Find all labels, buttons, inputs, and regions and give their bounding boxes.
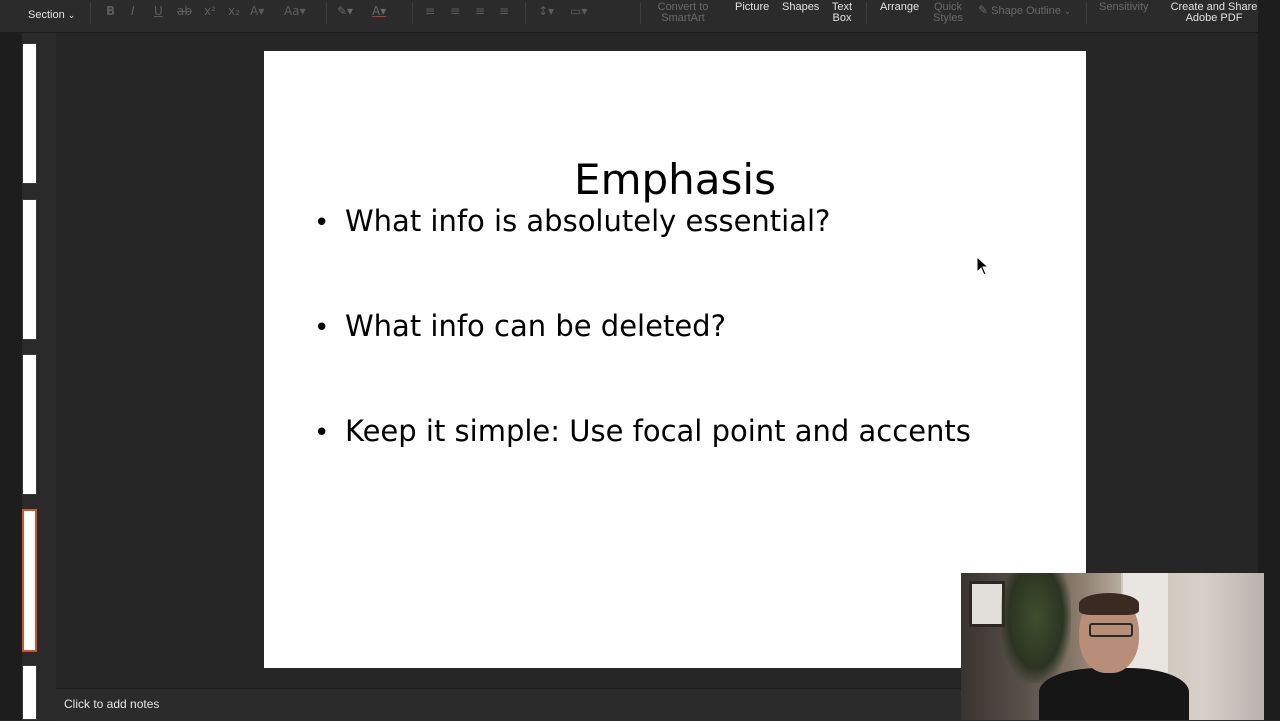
- wall-frame: [969, 581, 1005, 627]
- justify-icon[interactable]: ≡: [499, 4, 509, 18]
- presenter-body: [1039, 668, 1189, 720]
- font-color-icon[interactable]: A▾: [372, 4, 386, 18]
- chevron-down-icon: ⌄: [1063, 6, 1072, 16]
- bold-icon[interactable]: B: [106, 4, 115, 18]
- arrange-button[interactable]: Arrange: [880, 2, 919, 13]
- line-spacing-icon[interactable]: ↕▾: [538, 4, 554, 18]
- shape-outline-label: Shape Outline: [991, 5, 1061, 17]
- divider: [412, 2, 413, 24]
- sensitivity-button[interactable]: Sensitivity: [1099, 2, 1149, 13]
- subscript-icon[interactable]: x₂: [228, 4, 240, 18]
- text-effects-icon[interactable]: A▾: [250, 4, 264, 18]
- strikethrough-icon[interactable]: ab: [177, 4, 192, 18]
- bullet-dot-icon: •: [314, 208, 330, 238]
- columns-icon[interactable]: ▭▾: [570, 4, 587, 18]
- bullet-item: • Keep it simple: Use focal point and acc…: [314, 413, 971, 451]
- divider: [90, 2, 91, 24]
- presenter-glasses: [1089, 623, 1133, 637]
- bullet-text: Keep it simple: Use focal point and acce…: [345, 414, 971, 448]
- pen-icon: ✎: [978, 3, 989, 17]
- thumbnail-pane-edge: [0, 33, 22, 720]
- slide-thumbnail[interactable]: [22, 43, 37, 184]
- ribbon-toolbar: Section ⌄ B I U ab x² x₂ A▾ Aa▾ ✎▾ A▾ ≡ …: [0, 0, 1280, 33]
- bullet-dot-icon: •: [314, 313, 330, 343]
- arrange-label: Arrange: [880, 1, 920, 13]
- divider: [525, 2, 526, 24]
- presenter-hair: [1079, 593, 1139, 615]
- highlight-icon[interactable]: ✎▾: [337, 4, 353, 18]
- section-button[interactable]: Section ⌄: [28, 10, 75, 21]
- divider: [326, 2, 327, 24]
- slide-title[interactable]: Emphasis: [264, 155, 1086, 205]
- sensitivity-label: Sensitivity: [1099, 1, 1149, 13]
- text-box-label-line2: Box: [832, 12, 852, 24]
- shapes-button[interactable]: Shapes: [782, 2, 819, 13]
- underline-icon[interactable]: U: [154, 4, 163, 18]
- create-share-adobe-pdf-button[interactable]: Create and Share Adobe PDF: [1170, 2, 1258, 24]
- align-left-icon[interactable]: ≡: [425, 4, 435, 18]
- text-box-button[interactable]: Text Box: [831, 2, 853, 24]
- picture-label: Picture: [735, 1, 770, 13]
- slide-thumbnail[interactable]: [22, 199, 37, 340]
- picture-button[interactable]: Picture: [735, 2, 769, 13]
- italic-icon[interactable]: I: [131, 4, 135, 18]
- quick-styles-label-line2: Styles: [933, 12, 963, 24]
- divider: [1086, 2, 1087, 24]
- slide-thumbnail[interactable]: [22, 354, 37, 495]
- align-right-icon[interactable]: ≡: [475, 4, 485, 18]
- divider: [640, 2, 641, 24]
- slide-thumbnail-selected[interactable]: [22, 509, 37, 652]
- shape-outline-button[interactable]: ✎ Shape Outline ⌄: [978, 3, 1072, 17]
- mouse-cursor-icon: [976, 256, 990, 276]
- section-label: Section: [28, 9, 65, 21]
- notes-placeholder[interactable]: Click to add notes: [64, 697, 159, 711]
- slide-thumbnail[interactable]: [22, 665, 37, 720]
- bullet-text: What info can be deleted?: [345, 309, 726, 343]
- bullet-item: • What info can be deleted?: [314, 308, 726, 346]
- webcam-video-overlay: [961, 573, 1264, 720]
- align-center-icon[interactable]: ≡: [450, 4, 460, 18]
- convert-smartart-label-line2: SmartArt: [661, 12, 705, 24]
- bullet-text: What info is absolutely essential?: [345, 204, 831, 238]
- quick-styles-button[interactable]: Quick Styles: [931, 2, 965, 24]
- bullet-item: • What info is absolutely essential?: [314, 203, 830, 241]
- divider: [866, 2, 867, 24]
- change-case-icon[interactable]: Aa▾: [284, 4, 306, 18]
- superscript-icon[interactable]: x²: [204, 4, 216, 18]
- chevron-down-icon: ⌄: [67, 10, 76, 20]
- plant: [1001, 573, 1071, 683]
- adobe-label-line2: Adobe PDF: [1185, 12, 1243, 24]
- convert-smartart-button[interactable]: Convert to SmartArt: [652, 2, 714, 24]
- shapes-label: Shapes: [782, 1, 820, 13]
- bullet-dot-icon: •: [314, 418, 330, 448]
